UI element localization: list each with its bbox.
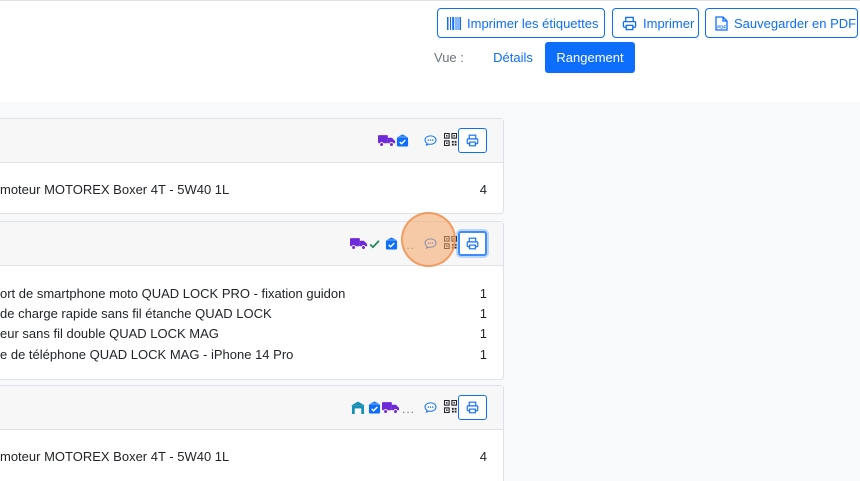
order-print-button[interactable] — [458, 128, 487, 153]
item-qty: 1 — [479, 326, 487, 341]
box-check-icon — [368, 401, 381, 414]
view-label: Vue : — [434, 50, 464, 65]
click-cursor-highlight — [401, 212, 456, 267]
view-option-rangement[interactable]: Rangement — [545, 42, 635, 73]
delivery-truck-icon — [350, 237, 368, 250]
item-name: e de téléphone QUAD LOCK MAG - iPhone 14… — [0, 347, 294, 362]
item-qty: 1 — [479, 347, 487, 362]
box-check-icon — [396, 134, 409, 147]
more-statuses-ellipsis: ... — [402, 402, 416, 416]
view-option-details[interactable]: Détails — [481, 42, 545, 73]
printer-icon — [466, 237, 479, 250]
order-card: moteur MOTOREX Boxer 4T - 5W40 1L 4 — [0, 118, 504, 214]
print-labels-label: Imprimer les étiquettes — [467, 15, 599, 31]
svg-text:PDF: PDF — [717, 24, 726, 29]
printer-icon — [622, 16, 637, 31]
order-card-header: ... — [0, 386, 503, 430]
chat-icon[interactable] — [424, 135, 437, 146]
item-qty: 1 — [479, 286, 487, 301]
box-check-icon — [385, 237, 398, 250]
item-name: moteur MOTOREX Boxer 4T - 5W40 1L — [0, 182, 230, 197]
list-item: ort de smartphone moto QUAD LOCK PRO - f… — [0, 286, 504, 306]
delivery-truck-icon — [382, 401, 400, 414]
list-item: moteur MOTOREX Boxer 4T - 5W40 1L 4 — [0, 449, 504, 469]
printer-icon — [466, 401, 479, 414]
order-print-button[interactable] — [458, 395, 487, 420]
item-name: eur sans fil double QUAD LOCK MAG — [0, 326, 219, 341]
item-qty: 4 — [479, 182, 487, 197]
save-pdf-button[interactable]: PDF Sauvegarder en PDF — [705, 8, 858, 38]
order-card: ... moteur MOTOREX Boxer 4T - 5W40 1L 4 — [0, 385, 504, 481]
chat-icon[interactable] — [424, 402, 437, 413]
item-name: ort de smartphone moto QUAD LOCK PRO - f… — [0, 286, 346, 301]
check-icon — [368, 238, 381, 250]
print-labels-button[interactable]: Imprimer les étiquettes — [437, 8, 605, 38]
item-qty: 1 — [479, 306, 487, 321]
store-icon — [350, 401, 366, 414]
print-label: Imprimer — [643, 15, 695, 31]
printer-icon — [466, 134, 479, 147]
delivery-truck-icon — [378, 134, 396, 147]
list-item: e de téléphone QUAD LOCK MAG - iPhone 14… — [0, 347, 504, 367]
barcode-icon — [447, 16, 461, 30]
qr-code-icon[interactable] — [444, 400, 457, 413]
save-pdf-label: Sauvegarder en PDF — [734, 15, 857, 31]
order-print-button[interactable] — [458, 231, 487, 256]
item-name: de charge rapide sans fil étanche QUAD L… — [0, 306, 272, 321]
qr-code-icon[interactable] — [444, 133, 457, 146]
item-name: moteur MOTOREX Boxer 4T - 5W40 1L — [0, 449, 230, 464]
list-item: eur sans fil double QUAD LOCK MAG 1 — [0, 326, 504, 346]
pdf-file-icon: PDF — [715, 15, 728, 31]
top-toolbar: Imprimer les étiquettes Imprimer PDF Sau… — [0, 0, 860, 102]
print-button[interactable]: Imprimer — [612, 8, 699, 38]
list-item: de charge rapide sans fil étanche QUAD L… — [0, 306, 504, 326]
item-qty: 4 — [479, 449, 487, 464]
order-card-header — [0, 119, 503, 163]
list-item: moteur MOTOREX Boxer 4T - 5W40 1L 4 — [0, 182, 504, 202]
